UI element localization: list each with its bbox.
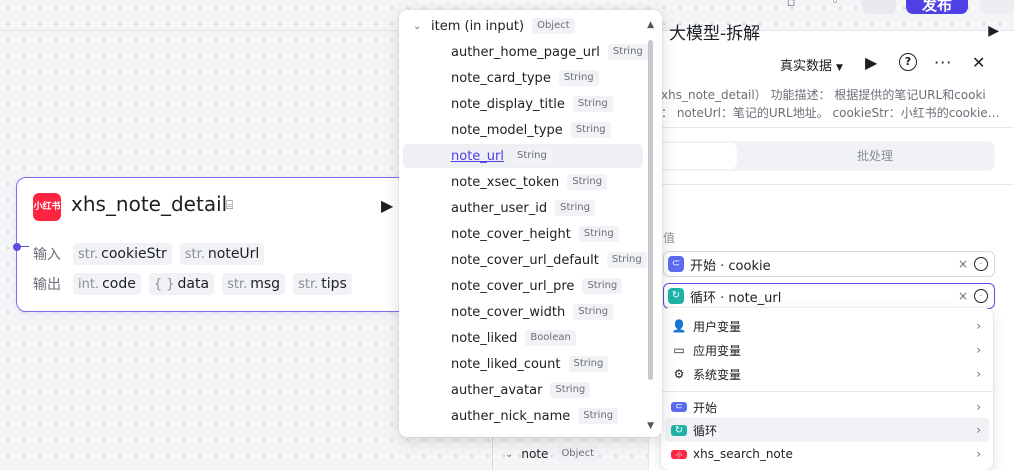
chevron-down-icon: ⌄ xyxy=(413,20,422,32)
chevron-right-icon: › xyxy=(976,400,981,414)
xhs-icon: 小 xyxy=(671,449,687,459)
output-param-chip: str. msg xyxy=(222,273,286,295)
tree-node-note[interactable]: ⌄ note Object xyxy=(505,446,600,462)
tree-parent-item[interactable]: ⌄ item (in input) Object xyxy=(403,14,643,38)
field-option[interactable]: note_cover_url_default String xyxy=(403,248,647,272)
field-option[interactable]: auther_avatar String xyxy=(403,378,643,402)
field-option[interactable]: note_liked Boolean xyxy=(403,326,643,350)
tab-batch[interactable]: 批处理 xyxy=(857,147,893,164)
field-option[interactable]: note_display_title String xyxy=(403,92,643,116)
menu-item-loop[interactable]: ↻ 循环 › xyxy=(665,418,989,442)
toolbar-end-button[interactable] xyxy=(980,0,1014,14)
run-icon[interactable]: ▶ xyxy=(381,196,393,215)
input-port[interactable] xyxy=(13,243,21,251)
input-param-chip: str. noteUrl xyxy=(179,243,265,265)
field-option-selected[interactable]: note_url String xyxy=(403,144,643,168)
chevron-right-icon: › xyxy=(976,319,981,333)
close-icon[interactable]: ✕ xyxy=(972,53,985,72)
input-param-chip: str. cookieStr xyxy=(73,243,172,265)
value-column-label: 值 xyxy=(663,231,676,245)
clock-icon[interactable]: ◦ xyxy=(824,0,846,14)
panel-run-corner-icon[interactable]: ▶ xyxy=(988,23,999,39)
menu-item-start[interactable]: ⊂ 开始 › xyxy=(665,395,989,419)
field-option[interactable]: note_xsec_token String xyxy=(403,170,643,194)
xhs-logo-icon: 小红书 xyxy=(33,193,61,221)
target-icon[interactable]: · xyxy=(974,257,988,271)
output-param-chip: int. code xyxy=(73,273,141,295)
output-param-chip: { } data xyxy=(148,273,215,295)
tab-single[interactable] xyxy=(657,143,737,169)
field-option[interactable]: auther_user_id String xyxy=(403,196,643,220)
target-icon[interactable]: · xyxy=(974,289,988,303)
tree-connector xyxy=(492,437,493,470)
scroll-up-icon[interactable]: ▲ xyxy=(647,20,654,30)
gear-icon: ⚙ xyxy=(673,367,685,381)
outputs-label: 输出 xyxy=(33,277,61,293)
inputs-label: 输入 xyxy=(33,247,61,263)
field-picker-dropdown: ▲ ▼ ⌄ item (in input) Object auther_home… xyxy=(399,10,662,437)
folder-icon: ▭ xyxy=(673,343,685,357)
loop-icon: ↻ xyxy=(668,288,684,304)
reference-field-cookie[interactable]: ⊂ 开始 · cookie × · xyxy=(663,251,995,277)
toolbar-square-button[interactable] xyxy=(862,0,896,14)
field-option[interactable]: note_liked_count String xyxy=(403,352,643,376)
help-icon[interactable]: ? xyxy=(899,53,917,71)
field-option[interactable]: note_cover_height String xyxy=(403,222,643,246)
clear-icon[interactable]: × xyxy=(958,289,968,303)
field-option[interactable]: note_card_type String xyxy=(403,66,643,90)
variable-source-popup: 👤 用户变量 › ▭ 应用变量 › ⚙ 系统变量 › ⊂ 开始 › ↻ 循环 › 小 xhs_sear… xyxy=(661,308,993,470)
field-option[interactable]: note_cover_url_pre String xyxy=(403,274,643,298)
output-param-chip: str. tips xyxy=(293,273,352,295)
menu-item-user-variables[interactable]: 👤 用户变量 › xyxy=(665,314,989,338)
user-icon: 👤 xyxy=(671,319,687,333)
more-icon[interactable]: ··· xyxy=(934,53,952,72)
start-icon: ⊂ xyxy=(668,256,684,272)
scroll-down-icon[interactable]: ▼ xyxy=(647,421,654,431)
panel-title: 大模型-拆解 xyxy=(669,24,761,44)
run-icon[interactable]: ▶ xyxy=(865,53,877,72)
field-option[interactable]: note_model_type String xyxy=(403,118,643,142)
chevron-right-icon: › xyxy=(976,447,981,461)
field-option[interactable]: note_cover_width String xyxy=(403,300,643,324)
chevron-right-icon: › xyxy=(976,423,981,437)
node-title: xhs_note_detail xyxy=(71,192,228,216)
description-line: xhs_note_detail） 功能描述： 根据提供的笔记URL和cooki xyxy=(661,88,986,102)
mode-segmented-control[interactable]: 批处理 xyxy=(657,141,995,171)
description-line: ： noteUrl：笔记的URL地址。 cookieStr：小红书的cookie… xyxy=(661,106,1000,120)
start-icon: ⊂ xyxy=(671,402,687,412)
menu-item-xhs-search-note[interactable]: 小 xhs_search_note › xyxy=(665,442,989,466)
clear-icon[interactable]: × xyxy=(958,257,968,271)
menu-item-app-variables[interactable]: ▭ 应用变量 › xyxy=(665,338,989,362)
caret-down-icon: ▼ xyxy=(836,63,843,73)
menu-item-system-variables[interactable]: ⚙ 系统变量 › xyxy=(665,362,989,386)
field-option[interactable]: auther_nick_name String xyxy=(403,404,643,428)
doc-icon[interactable]: ▫ xyxy=(780,0,802,14)
divider xyxy=(649,184,1014,185)
publish-button[interactable]: 发布 xyxy=(906,0,968,14)
chevron-right-icon: › xyxy=(976,343,981,357)
loop-icon: ↻ xyxy=(671,424,687,436)
field-option[interactable]: auther_home_page_url String xyxy=(403,40,648,64)
node-outputs-row: 输出 int. code { } data str. msg str. tips xyxy=(33,273,352,295)
reference-field-note-url[interactable]: ↻ 循环 · note_url × · xyxy=(663,283,995,309)
chevron-down-icon: ⌄ xyxy=(505,448,514,460)
real-data-dropdown[interactable]: 真实数据 ▼ xyxy=(780,55,843,74)
library-icon: ⌸ xyxy=(226,198,234,212)
scrollbar[interactable] xyxy=(648,40,653,380)
chevron-right-icon: › xyxy=(976,367,981,381)
divider xyxy=(661,391,993,392)
divider xyxy=(649,127,1014,128)
plugin-node-card[interactable]: 小红书 xhs_note_detail ⌸ ▶ 输入 str. cookieStr… xyxy=(13,177,410,312)
node-inputs-row: 输入 str. cookieStr str. noteUrl xyxy=(33,243,265,265)
